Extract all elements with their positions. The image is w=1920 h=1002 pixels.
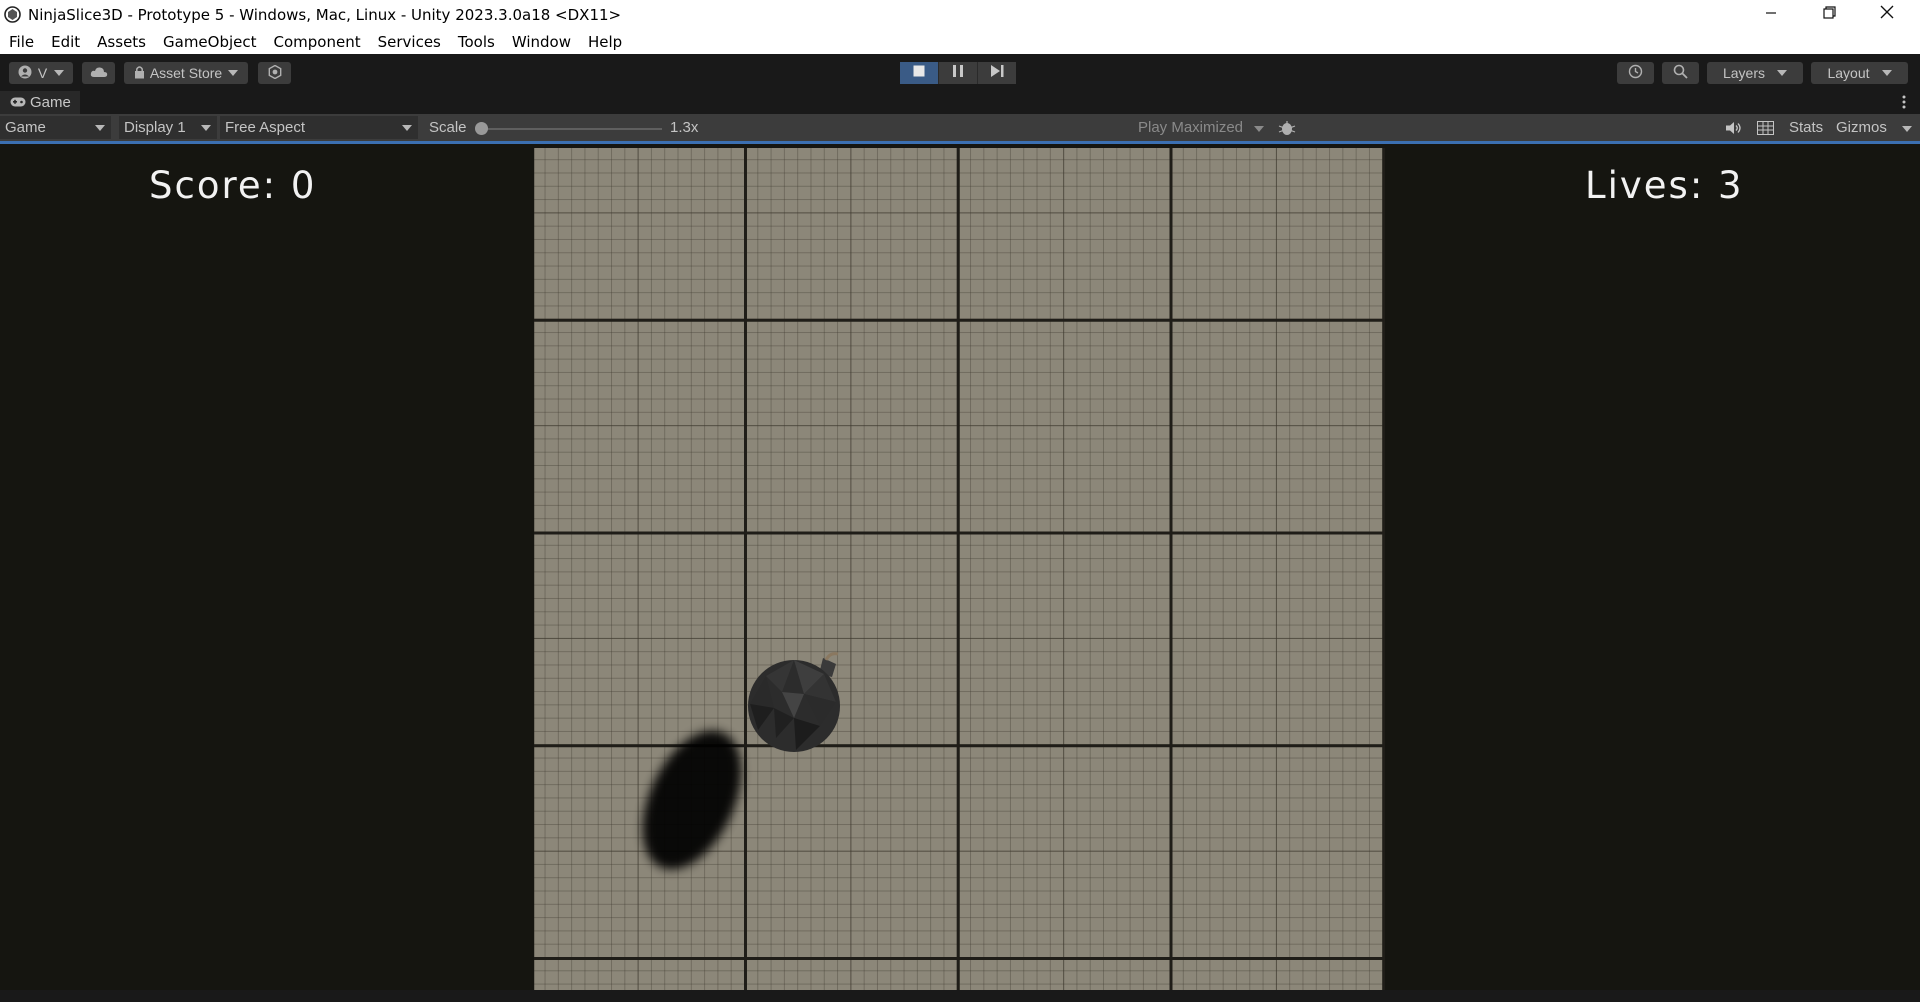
view-mode-label: Game bbox=[5, 119, 46, 136]
menu-file[interactable]: File bbox=[0, 33, 42, 51]
scale-label: Scale bbox=[429, 119, 467, 136]
menu-edit[interactable]: Edit bbox=[42, 33, 88, 51]
game-viewport[interactable]: Score: 0 Lives: 3 bbox=[0, 144, 1920, 990]
stop-button[interactable] bbox=[900, 62, 939, 84]
minimize-button[interactable] bbox=[1742, 0, 1800, 29]
minimize-icon bbox=[1765, 6, 1777, 24]
menu-tools[interactable]: Tools bbox=[449, 33, 503, 51]
score-text: Score: 0 bbox=[149, 164, 317, 207]
chevron-down-icon bbox=[228, 70, 239, 76]
tab-game[interactable]: Game bbox=[0, 91, 80, 114]
menu-services[interactable]: Services bbox=[369, 33, 449, 51]
search-icon bbox=[1673, 64, 1688, 82]
asset-store-dropdown[interactable]: Asset Store bbox=[124, 62, 248, 84]
status-bar bbox=[0, 990, 1920, 1002]
display-label: Display 1 bbox=[124, 119, 186, 136]
account-label: V bbox=[37, 65, 48, 81]
chevron-down-icon bbox=[1254, 126, 1264, 132]
restore-icon bbox=[1822, 5, 1836, 24]
pause-button[interactable] bbox=[939, 62, 978, 84]
chevron-down-icon bbox=[402, 125, 412, 131]
step-button[interactable] bbox=[978, 62, 1016, 84]
main-toolbar: V Asset Store Layers Layout bbox=[0, 54, 1920, 91]
grid-icon[interactable] bbox=[1757, 121, 1774, 139]
tab-strip: Game bbox=[0, 91, 1920, 114]
menu-window[interactable]: Window bbox=[503, 33, 579, 51]
lives-text: Lives: 3 bbox=[1585, 164, 1744, 207]
stop-icon bbox=[913, 64, 925, 82]
menu-gameobject[interactable]: GameObject bbox=[154, 33, 265, 51]
restore-button[interactable] bbox=[1800, 0, 1858, 29]
asset-store-label: Asset Store bbox=[149, 65, 223, 81]
menu-component[interactable]: Component bbox=[265, 33, 369, 51]
step-icon bbox=[990, 64, 1004, 82]
layers-dropdown[interactable]: Layers bbox=[1707, 62, 1803, 84]
unity-icon bbox=[4, 6, 21, 23]
settings-icon bbox=[268, 64, 282, 82]
game-view-toolbar: Game Display 1 Free Aspect Scale 1.3x Pl… bbox=[0, 114, 1920, 144]
chevron-down-icon bbox=[1777, 70, 1788, 76]
layout-label: Layout bbox=[1827, 65, 1870, 81]
cloud-button[interactable] bbox=[82, 62, 115, 84]
stats-button[interactable]: Stats bbox=[1789, 119, 1823, 136]
scale-slider-thumb[interactable] bbox=[475, 122, 488, 135]
scale-value: 1.3x bbox=[670, 119, 699, 136]
audio-icon[interactable] bbox=[1725, 121, 1741, 139]
settings-button[interactable] bbox=[258, 62, 291, 84]
search-button[interactable] bbox=[1662, 62, 1699, 84]
chevron-down-icon bbox=[95, 125, 105, 131]
lock-icon bbox=[134, 65, 145, 82]
history-button[interactable] bbox=[1617, 62, 1654, 84]
menu-help[interactable]: Help bbox=[579, 33, 630, 51]
view-mode-dropdown[interactable]: Game bbox=[0, 116, 111, 139]
gamepad-icon bbox=[10, 94, 26, 111]
aspect-dropdown[interactable]: Free Aspect bbox=[220, 116, 418, 139]
account-dropdown[interactable]: V bbox=[9, 62, 73, 84]
account-icon bbox=[18, 65, 32, 82]
bomb bbox=[744, 646, 854, 756]
play-maximized-dropdown[interactable]: Play Maximized bbox=[1138, 119, 1243, 136]
layers-label: Layers bbox=[1722, 65, 1766, 81]
kebab-icon[interactable] bbox=[1902, 95, 1906, 114]
display-dropdown[interactable]: Display 1 bbox=[119, 116, 217, 139]
gizmos-button[interactable]: Gizmos bbox=[1836, 119, 1887, 136]
window-title-bar: NinjaSlice3D - Prototype 5 - Windows, Ma… bbox=[0, 0, 1920, 29]
history-icon bbox=[1628, 64, 1643, 82]
chevron-down-icon[interactable] bbox=[1902, 126, 1912, 132]
close-icon bbox=[1880, 5, 1894, 24]
menu-bar: File Edit Assets GameObject Component Se… bbox=[0, 29, 1920, 54]
scale-slider-track[interactable] bbox=[480, 128, 662, 130]
menu-assets[interactable]: Assets bbox=[88, 33, 154, 51]
chevron-down-icon bbox=[54, 70, 65, 76]
close-button[interactable] bbox=[1858, 0, 1916, 29]
chevron-down-icon bbox=[201, 125, 211, 131]
bug-icon[interactable] bbox=[1278, 119, 1296, 141]
play-controls bbox=[900, 62, 1016, 84]
aspect-label: Free Aspect bbox=[225, 119, 306, 136]
chevron-down-icon bbox=[1881, 70, 1892, 76]
tab-game-label: Game bbox=[30, 94, 71, 111]
layout-dropdown[interactable]: Layout bbox=[1811, 62, 1908, 84]
pause-icon bbox=[953, 64, 963, 82]
window-title: NinjaSlice3D - Prototype 5 - Windows, Ma… bbox=[28, 5, 622, 24]
cloud-icon bbox=[90, 65, 108, 81]
